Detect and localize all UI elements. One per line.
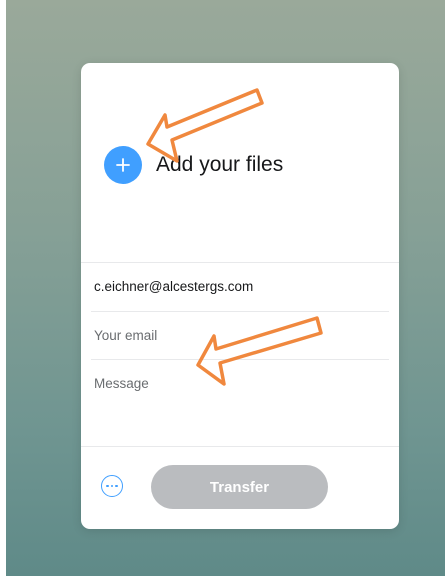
more-options-dot — [115, 484, 118, 488]
more-options-dot — [110, 484, 114, 488]
add-files-button[interactable] — [104, 146, 142, 184]
sender-email-placeholder[interactable]: Your email — [94, 328, 157, 343]
recipient-field[interactable]: c.eichner@alcestergs.com — [81, 262, 399, 312]
message-field[interactable]: Message — [81, 360, 399, 446]
recipient-email-value[interactable]: c.eichner@alcestergs.com — [94, 279, 253, 294]
more-options-button[interactable] — [101, 475, 123, 497]
transfer-panel: Add your files c.eichner@alcestergs.com … — [81, 63, 399, 529]
more-options-icon — [106, 484, 109, 488]
plus-icon — [116, 158, 130, 172]
message-placeholder[interactable]: Message — [94, 376, 149, 391]
footer-divider — [81, 446, 399, 447]
add-files-label[interactable]: Add your files — [156, 153, 283, 177]
transfer-button[interactable]: Transfer — [151, 465, 328, 509]
sender-email-field[interactable]: Your email — [81, 311, 399, 360]
add-files-area[interactable]: Add your files — [104, 146, 283, 184]
